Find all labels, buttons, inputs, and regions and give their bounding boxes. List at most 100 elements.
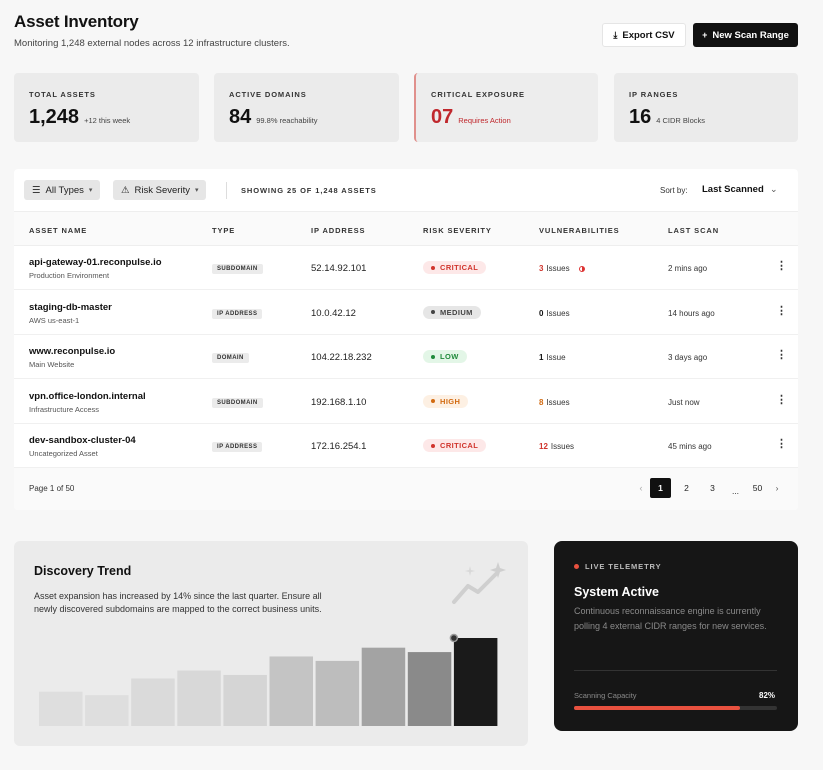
vuln-number: 8 xyxy=(539,397,544,407)
trend-bar xyxy=(315,660,360,726)
stat-value: 1,248 xyxy=(29,106,80,128)
sort-by-label: Sort by: xyxy=(660,186,688,195)
asset-environment: Infrastructure Access xyxy=(29,404,100,414)
risk-label: CRITICAL xyxy=(440,263,479,272)
chevron-down-icon[interactable]: ⌄ xyxy=(770,184,778,195)
next-page-icon[interactable]: › xyxy=(770,478,784,498)
filter-all-types[interactable]: ☰ All Types ▾ xyxy=(24,180,101,200)
col-ip-address[interactable]: IP ADDRESS xyxy=(311,226,365,235)
new-scan-range-button[interactable]: + New Scan Range xyxy=(693,23,798,47)
asset-name[interactable]: dev-sandbox-cluster-04 xyxy=(29,435,136,446)
asset-name[interactable]: staging-db-master xyxy=(29,302,112,313)
row-menu-icon[interactable]: ⋮ xyxy=(776,305,787,316)
col-type[interactable]: TYPE xyxy=(212,226,235,235)
risk-label: LOW xyxy=(440,352,459,361)
stat-note: 4 CIDR Blocks xyxy=(656,116,706,125)
vuln-number: 1 xyxy=(539,353,544,362)
asset-type-badge: SUBDOMAIN xyxy=(212,397,263,408)
trend-bar xyxy=(361,647,406,726)
asset-type-badge: IP ADDRESS xyxy=(212,308,263,319)
risk-label: MEDIUM xyxy=(440,307,473,317)
row-menu-icon[interactable]: ⋮ xyxy=(776,394,787,405)
risk-dot xyxy=(431,265,435,270)
table-row[interactable]: dev-sandbox-cluster-04 Uncategorized Asse… xyxy=(14,424,798,468)
col-asset-name[interactable]: ASSET NAME xyxy=(29,226,87,235)
last-scan-time: 2 mins ago xyxy=(668,264,708,273)
table-row[interactable]: staging-db-master AWS us-east-1 IP ADDRESS… xyxy=(14,290,798,335)
risk-dot xyxy=(431,443,435,448)
risk-badge: LOW xyxy=(423,350,467,363)
filter-risk-severity-label: Risk Severity xyxy=(134,184,190,196)
last-scan-time: Just now xyxy=(668,397,700,407)
trend-bar xyxy=(131,678,175,726)
col-vulnerabilities[interactable]: VULNERABILITIES xyxy=(539,226,620,235)
showing-count: SHOWING 25 OF 1,248 ASSETS xyxy=(241,186,377,195)
vulnerability-count[interactable]: 0 Issues xyxy=(539,309,570,318)
row-menu-icon[interactable]: ⋮ xyxy=(776,350,787,361)
download-icon: ⤓ xyxy=(613,29,618,40)
page-header: Asset Inventory Monitoring 1,248 externa… xyxy=(14,12,290,49)
risk-badge: HIGH xyxy=(423,394,469,408)
filter-all-types-label: All Types xyxy=(45,184,84,196)
risk-badge: CRITICAL xyxy=(423,439,487,452)
asset-ip-address: 52.14.92.101 xyxy=(311,263,367,274)
scanning-capacity-bar xyxy=(574,706,777,710)
page-button-3[interactable]: 3 xyxy=(702,478,723,498)
sort-select[interactable]: Last Scanned xyxy=(702,184,764,195)
live-telemetry-text: LIVE TELEMETRY xyxy=(585,562,662,571)
asset-name[interactable]: api-gateway-01.reconpulse.io xyxy=(29,257,162,268)
discovery-trend-card: Discovery Trend Asset expansion has incr… xyxy=(14,541,528,746)
page-button-1[interactable]: 1 xyxy=(650,478,671,498)
live-status-dot xyxy=(574,564,579,569)
filter-lines-icon: ☰ xyxy=(32,184,41,196)
toolbar-divider xyxy=(226,182,227,199)
trend-bar xyxy=(39,691,83,726)
stat-label: IP RANGES xyxy=(629,90,679,99)
trend-bar xyxy=(223,674,267,726)
stat-label: ACTIVE DOMAINS xyxy=(229,90,307,99)
page-ellipsis: ... xyxy=(731,486,740,496)
asset-environment: Uncategorized Asset xyxy=(29,449,98,458)
vuln-label: Issues xyxy=(546,397,570,407)
scanning-capacity-fill xyxy=(574,706,741,710)
asset-ip-address: 10.0.42.12 xyxy=(311,307,356,319)
warning-triangle-icon: ⚠ xyxy=(121,184,130,196)
asset-environment: Production Environment xyxy=(29,271,110,280)
export-csv-button[interactable]: ⤓ Export CSV xyxy=(602,23,686,47)
asset-ip-address: 172.16.254.1 xyxy=(311,441,367,452)
stat-card-critical-exposure: CRITICAL EXPOSURE 07 Requires Action xyxy=(414,73,598,142)
risk-badge: MEDIUM xyxy=(423,305,481,319)
asset-name[interactable]: www.reconpulse.io xyxy=(29,346,115,357)
vulnerability-count[interactable]: 8 Issues xyxy=(539,398,570,407)
col-risk-severity[interactable]: RISK SEVERITY xyxy=(423,226,492,235)
asset-environment: AWS us-east-1 xyxy=(29,315,80,325)
trend-bar-chart xyxy=(39,633,498,726)
table-row[interactable]: www.reconpulse.io Main Website DOMAIN 104.2… xyxy=(14,335,798,379)
page-button-2[interactable]: 2 xyxy=(676,478,697,498)
col-last-scan[interactable]: LAST SCAN xyxy=(668,226,719,235)
vulnerability-count[interactable]: 1 Issue xyxy=(539,353,566,362)
asset-environment: Main Website xyxy=(29,360,75,369)
vulnerability-count[interactable]: 12 Issues xyxy=(539,442,574,451)
vulnerability-count[interactable]: 3 Issues xyxy=(539,264,585,273)
asset-name[interactable]: vpn.office-london.internal xyxy=(29,391,146,402)
page-button-50[interactable]: 50 xyxy=(747,478,768,498)
stat-label: TOTAL ASSETS xyxy=(29,90,96,99)
trend-bar xyxy=(177,670,221,726)
stat-value: 84 xyxy=(229,106,252,128)
risk-dot xyxy=(431,310,435,314)
row-menu-icon[interactable]: ⋮ xyxy=(776,261,787,272)
table-row[interactable]: api-gateway-01.reconpulse.io Production E… xyxy=(14,246,798,290)
trend-bar xyxy=(85,695,129,726)
new-scan-range-label: New Scan Range xyxy=(712,29,789,41)
filter-risk-severity[interactable]: ⚠ Risk Severity ▾ xyxy=(113,180,207,200)
page-subtitle: Monitoring 1,248 external nodes across 1… xyxy=(14,38,290,49)
scanning-capacity-label: Scanning Capacity xyxy=(574,691,637,700)
last-scan-time: 14 hours ago xyxy=(668,308,715,318)
asset-ip-address: 104.22.18.232 xyxy=(311,352,372,363)
table-row[interactable]: vpn.office-london.internal Infrastructure… xyxy=(14,379,798,424)
system-status-title: System Active xyxy=(574,585,659,599)
vuln-label: Issues xyxy=(550,442,575,451)
prev-page-icon[interactable]: ‹ xyxy=(634,478,648,498)
row-menu-icon[interactable]: ⋮ xyxy=(776,439,787,450)
